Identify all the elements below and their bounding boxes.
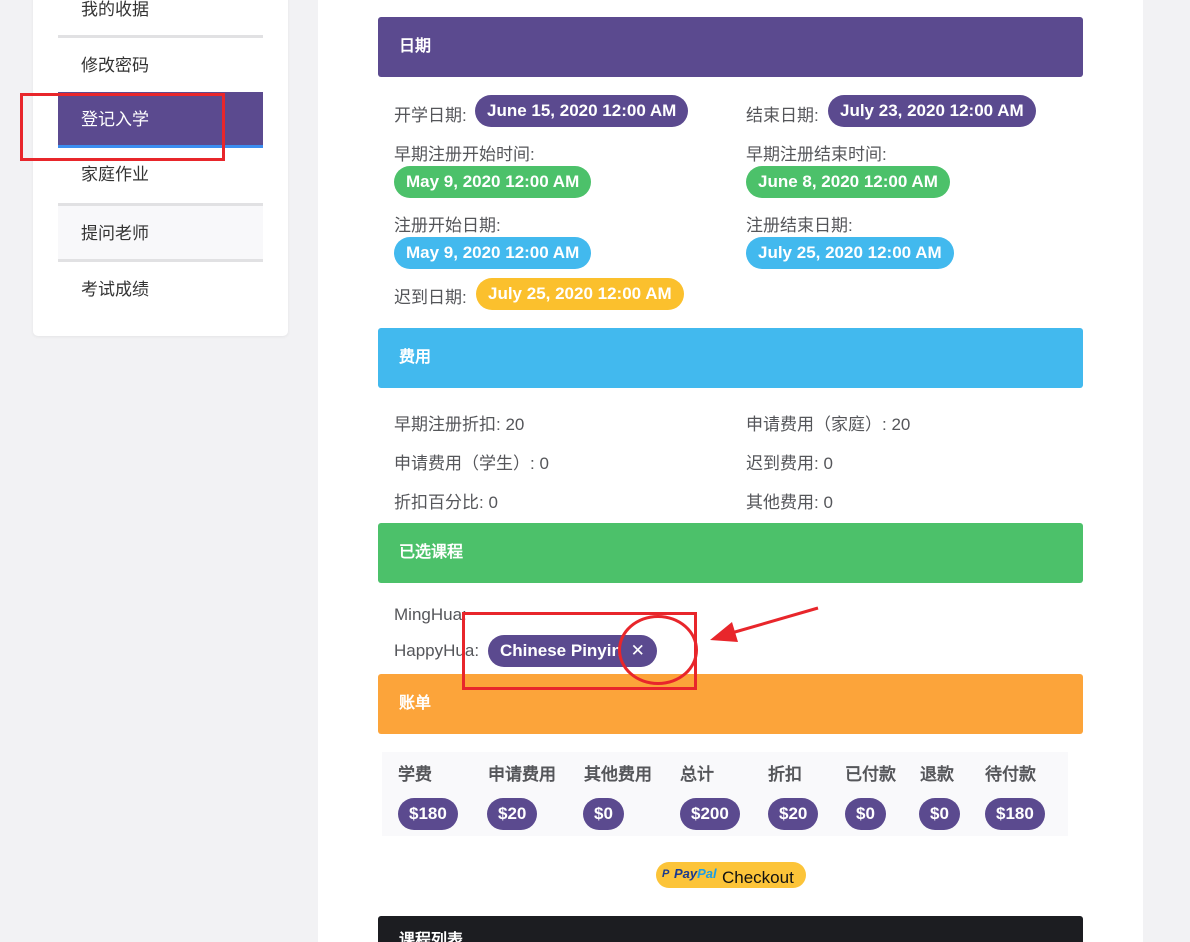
early-reg-start-label: 早期注册开始时间: bbox=[394, 145, 535, 164]
paypal-checkout-button[interactable]: P PayPal Checkout bbox=[656, 862, 806, 888]
reg-start-badge: May 9, 2020 12:00 AM bbox=[394, 237, 592, 269]
other-fee-text: 其他费用: 0 bbox=[746, 493, 833, 512]
family-app-fee-text: 申请费用（家庭）: 20 bbox=[746, 415, 911, 434]
bill-col-refund: 退款 bbox=[920, 765, 954, 784]
selected-courses-header: 已选课程 bbox=[378, 523, 1083, 583]
early-reg-end-badge: June 8, 2020 12:00 AM bbox=[746, 166, 950, 198]
bill-col-other-fee: 其他费用 bbox=[584, 765, 652, 784]
dates-header: 日期 bbox=[378, 17, 1083, 77]
bill-value-app-fee: $20 bbox=[487, 798, 538, 830]
bill-col-tuition: 学费 bbox=[398, 765, 432, 784]
end-date-badge: July 23, 2020 12:00 AM bbox=[828, 95, 1036, 127]
bill-value-total: $200 bbox=[680, 798, 740, 830]
paypal-checkout-label: Checkout bbox=[722, 868, 794, 887]
bill-col-total: 总计 bbox=[680, 765, 714, 784]
fees-header: 费用 bbox=[378, 328, 1083, 388]
reg-start-label: 注册开始日期: bbox=[394, 216, 501, 235]
bill-value-paid: $0 bbox=[845, 798, 886, 830]
bill-value-due: $180 bbox=[985, 798, 1045, 830]
start-date-badge: June 15, 2020 12:00 AM bbox=[475, 95, 689, 127]
student-minghua-label: MingHua: bbox=[394, 605, 467, 624]
bill-col-discount: 折扣 bbox=[768, 765, 802, 784]
early-reg-start-badge: May 9, 2020 12:00 AM bbox=[394, 166, 592, 198]
annotation-circle-remove bbox=[618, 615, 698, 685]
sidebar-item-exam-scores[interactable]: 考试成绩 bbox=[58, 259, 263, 315]
annotation-box-sidebar bbox=[20, 93, 225, 161]
end-date-label: 结束日期: bbox=[746, 106, 819, 125]
bill-col-app-fee: 申请费用 bbox=[488, 765, 556, 784]
course-list-header: 课程列表 bbox=[378, 916, 1083, 942]
paypal-icon: P bbox=[662, 868, 670, 880]
early-discount-text: 早期注册折扣: 20 bbox=[394, 415, 525, 434]
reg-end-badge: July 25, 2020 12:00 AM bbox=[746, 237, 954, 269]
bill-value-discount: $20 bbox=[768, 798, 819, 830]
late-date-badge: July 25, 2020 12:00 AM bbox=[476, 278, 684, 310]
bill-col-due: 待付款 bbox=[985, 765, 1036, 784]
bill-value-other-fee: $0 bbox=[583, 798, 624, 830]
start-date-label: 开学日期: bbox=[394, 106, 467, 125]
bill-value-tuition: $180 bbox=[398, 798, 458, 830]
student-app-fee-text: 申请费用（学生）: 0 bbox=[394, 454, 549, 473]
early-reg-end-label: 早期注册结束时间: bbox=[746, 145, 887, 164]
annotation-arrow-icon bbox=[710, 606, 819, 642]
sidebar-item-change-password[interactable]: 修改密码 bbox=[58, 35, 263, 91]
paypal-logo: PayPal bbox=[674, 866, 717, 881]
discount-percent-text: 折扣百分比: 0 bbox=[394, 493, 498, 512]
bill-value-refund: $0 bbox=[919, 798, 960, 830]
sidebar-item-receipts[interactable]: 我的收据 bbox=[58, 0, 263, 38]
reg-end-label: 注册结束日期: bbox=[746, 216, 853, 235]
bill-col-paid: 已付款 bbox=[845, 765, 896, 784]
late-date-label: 迟到日期: bbox=[394, 288, 467, 307]
sidebar-item-ask-teacher[interactable]: 提问老师 bbox=[58, 203, 263, 259]
sidebar: 我的收据 修改密码 登记入学 家庭作业 提问老师 考试成绩 bbox=[33, 0, 288, 336]
late-fee-text: 迟到费用: 0 bbox=[746, 454, 833, 473]
